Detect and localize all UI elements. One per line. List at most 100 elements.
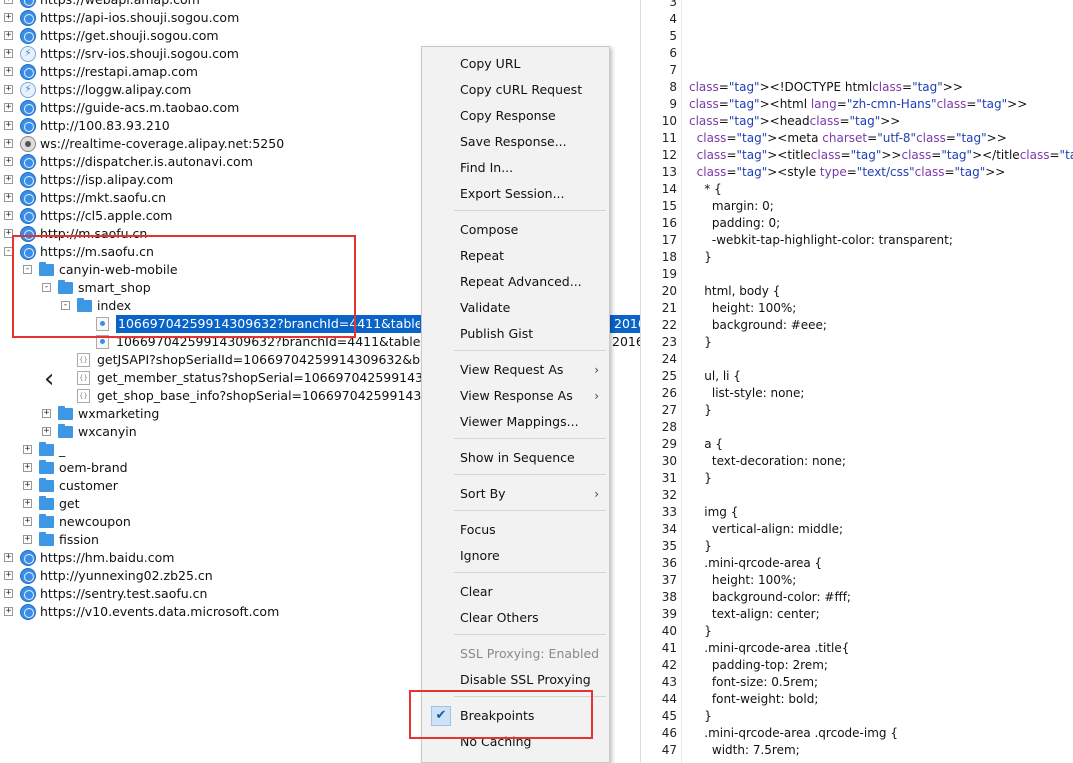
submenu-arrow-icon: › — [594, 389, 599, 403]
expand-icon[interactable]: + — [4, 553, 13, 562]
line-number-gutter: 3 4 5 6 7 8 9 10 11 12 13 14 15 16 17 18 19 20 21 22 23 24 25 2… — [641, 0, 682, 763]
expand-icon[interactable]: + — [23, 463, 32, 472]
expand-icon[interactable]: + — [23, 517, 32, 526]
line-number: 33 — [661, 505, 677, 519]
menu-item-clear[interactable]: Clear — [422, 579, 609, 605]
globe-icon — [20, 10, 36, 26]
expand-icon[interactable]: + — [4, 67, 13, 76]
tree-row-label: wxcanyin — [78, 424, 137, 439]
tree-row[interactable]: + https://webapi.amap.com — [0, 0, 640, 9]
context-menu[interactable]: Copy URL Copy cURL Request Copy Response Sa… — [421, 46, 610, 763]
collapse-icon[interactable]: - — [42, 283, 51, 292]
menu-item-no-caching[interactable]: No Caching — [422, 729, 609, 755]
folder-icon — [58, 406, 73, 420]
expand-icon[interactable]: + — [4, 0, 13, 4]
line-number: 17 — [661, 233, 677, 247]
menu-item-label: Save Response... — [460, 134, 567, 149]
globe-icon — [20, 568, 36, 584]
folder-icon — [39, 496, 54, 510]
line-number: 46 — [661, 726, 677, 740]
tree-row-label: https://sentry.test.saofu.cn — [40, 586, 208, 601]
expand-icon[interactable]: + — [23, 535, 32, 544]
lightning-icon: ⚡ — [20, 46, 36, 62]
collapse-icon[interactable]: - — [61, 301, 70, 310]
expand-icon[interactable]: + — [4, 193, 13, 202]
code-line: } — [689, 539, 712, 553]
menu-separator — [454, 696, 606, 697]
expand-icon[interactable]: + — [4, 589, 13, 598]
menu-item-focus[interactable]: Focus — [422, 517, 609, 543]
line-number: 45 — [661, 709, 677, 723]
line-number: 42 — [661, 658, 677, 672]
menu-item-viewer-mappings[interactable]: Viewer Mappings... — [422, 409, 609, 435]
tree-row[interactable]: + https://api-ios.shouji.sogou.com — [0, 9, 640, 27]
expand-icon[interactable]: + — [4, 121, 13, 130]
folder-icon — [58, 280, 73, 294]
folder-icon — [58, 424, 73, 438]
expand-icon[interactable]: + — [4, 211, 13, 220]
code-line: background: #eee; — [689, 318, 827, 332]
line-number: 3 — [669, 0, 677, 9]
globe-icon — [20, 118, 36, 134]
menu-item-ignore[interactable]: Ignore — [422, 543, 609, 569]
expand-icon[interactable]: + — [4, 31, 13, 40]
line-number: 7 — [669, 63, 677, 77]
expand-icon[interactable]: + — [4, 607, 13, 616]
menu-item-copy-response[interactable]: Copy Response — [422, 103, 609, 129]
menu-item-view-request-as[interactable]: View Request As › — [422, 357, 609, 383]
expand-icon[interactable]: + — [42, 427, 51, 436]
collapse-icon[interactable]: - — [23, 265, 32, 274]
menu-item-show-in-sequence[interactable]: Show in Sequence — [422, 445, 609, 471]
menu-item-sort-by[interactable]: Sort By › — [422, 481, 609, 507]
expand-icon[interactable]: + — [42, 409, 51, 418]
line-number: 41 — [661, 641, 677, 655]
collapse-icon[interactable]: - — [4, 247, 13, 256]
websocket-icon — [20, 136, 36, 152]
menu-item-view-response-as[interactable]: View Response As › — [422, 383, 609, 409]
line-number: 25 — [661, 369, 677, 383]
expand-icon[interactable]: + — [23, 481, 32, 490]
expand-icon[interactable]: + — [4, 571, 13, 580]
menu-item-compose[interactable]: Compose — [422, 217, 609, 243]
menu-item-disable-ssl-proxying[interactable]: Disable SSL Proxying — [422, 667, 609, 693]
expand-icon[interactable]: + — [4, 85, 13, 94]
tree-row-label: https://v10.events.data.microsoft.com — [40, 604, 280, 619]
menu-item-export-session[interactable]: Export Session... — [422, 181, 609, 207]
menu-item-save-response[interactable]: Save Response... — [422, 129, 609, 155]
tree-row-label: https://get.shouji.sogou.com — [40, 28, 219, 43]
line-number: 31 — [661, 471, 677, 485]
expand-icon[interactable]: + — [4, 49, 13, 58]
line-number: 37 — [661, 573, 677, 587]
menu-item-repeat[interactable]: Repeat — [422, 243, 609, 269]
expand-icon[interactable]: + — [4, 175, 13, 184]
code-line: width: 7.5rem; — [689, 743, 800, 757]
globe-icon — [20, 154, 36, 170]
menu-item-copy-url[interactable]: Copy URL — [422, 51, 609, 77]
code-line: html, body { — [689, 284, 781, 298]
expand-icon[interactable]: + — [4, 103, 13, 112]
menu-item-repeat-advanced[interactable]: Repeat Advanced... — [422, 269, 609, 295]
submenu-arrow-icon: › — [594, 363, 599, 377]
line-number: 35 — [661, 539, 677, 553]
expand-icon[interactable]: + — [23, 445, 32, 454]
tree-row-label: smart_shop — [78, 280, 151, 295]
tree-row-label: get_shop_base_info?shopSerial=1066970425… — [97, 388, 446, 403]
menu-item-validate[interactable]: Validate — [422, 295, 609, 321]
tree-row-label: get — [59, 496, 80, 511]
expand-icon[interactable]: + — [4, 13, 13, 22]
menu-item-publish-gist[interactable]: Publish Gist — [422, 321, 609, 347]
tree-row[interactable]: + https://get.shouji.sogou.com — [0, 27, 640, 45]
expand-icon[interactable]: + — [4, 229, 13, 238]
back-arrow-icon[interactable]: ‹ — [44, 365, 54, 393]
menu-item-find-in[interactable]: Find In... — [422, 155, 609, 181]
menu-item-clear-others[interactable]: Clear Others — [422, 605, 609, 631]
menu-item-breakpoints[interactable]: ✔ Breakpoints — [422, 703, 609, 729]
expand-icon[interactable]: + — [4, 157, 13, 166]
tree-row-label: ws://realtime-coverage.alipay.net:5250 — [40, 136, 285, 151]
tree-row-label: https://srv-ios.shouji.sogou.com — [40, 46, 239, 61]
menu-item-copy-curl-request[interactable]: Copy cURL Request — [422, 77, 609, 103]
expand-icon[interactable]: + — [23, 499, 32, 508]
code-line: class="tag"><html lang="zh-cmn-Hans"clas… — [689, 97, 1028, 111]
response-source-view[interactable]: 3 4 5 6 7 8 9 10 11 12 13 14 15 16 17 18 19 20 21 22 23 24 25 2… — [641, 0, 1073, 763]
expand-icon[interactable]: + — [4, 139, 13, 148]
